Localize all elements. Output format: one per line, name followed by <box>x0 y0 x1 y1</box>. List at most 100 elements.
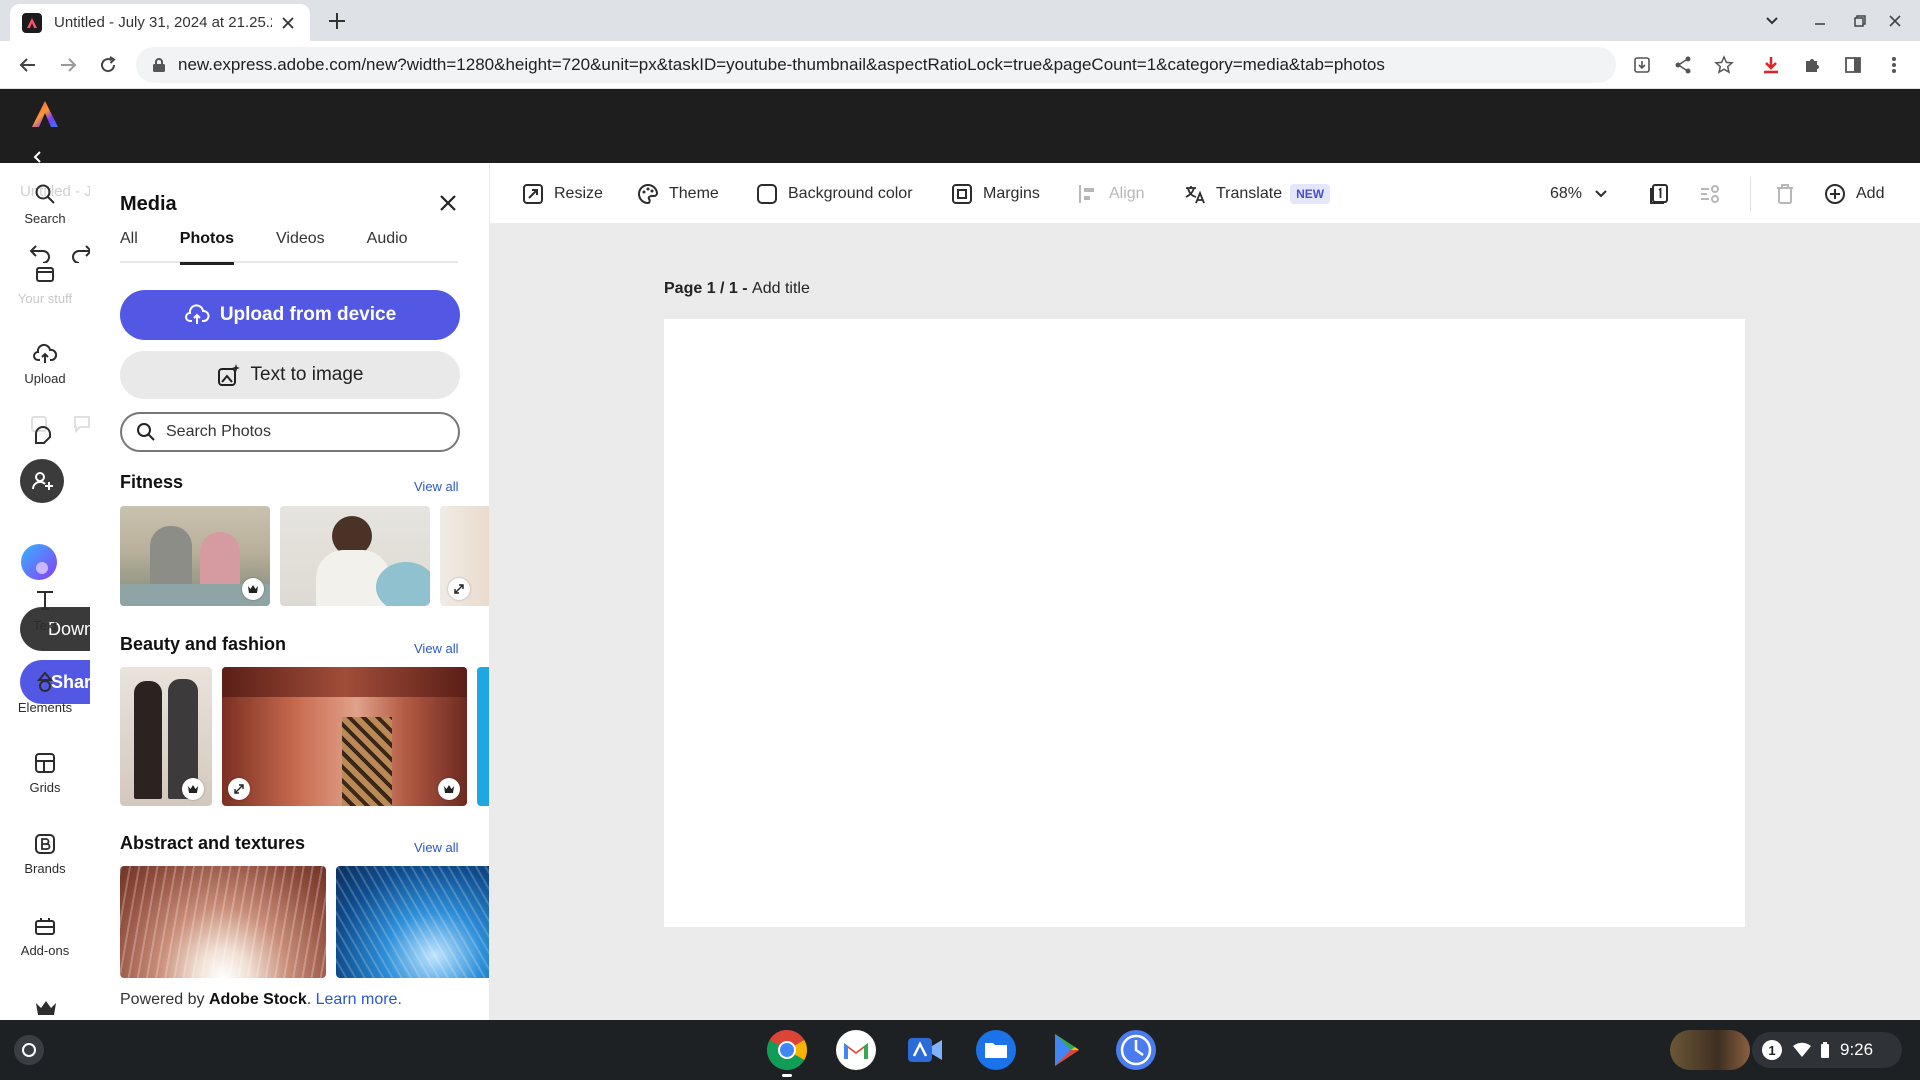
url-text: new.express.adobe.com/new?width=1280&hei… <box>178 55 1385 74</box>
view-all-beauty-link[interactable]: View all <box>414 641 459 656</box>
tab-videos[interactable]: Videos <box>276 227 325 263</box>
app-header <box>0 89 1920 163</box>
close-icon[interactable] <box>438 193 462 217</box>
meet-app-icon[interactable] <box>905 1029 947 1071</box>
rail-item-text[interactable]: Text <box>0 588 90 633</box>
address-bar[interactable]: new.express.adobe.com/new?width=1280&hei… <box>136 47 1616 83</box>
side-panel-icon[interactable] <box>1841 53 1865 77</box>
premium-crown-icon <box>242 578 264 600</box>
background-color-button[interactable]: Background color <box>756 181 913 207</box>
gmail-app-icon[interactable] <box>835 1029 877 1071</box>
delete-button[interactable] <box>1775 181 1805 207</box>
palette-icon <box>638 183 659 205</box>
zoom-dropdown[interactable]: 68% <box>1550 181 1608 207</box>
rail-item-add-ons[interactable]: Add-ons <box>0 915 90 958</box>
media-tabs: All Photos Videos Audio <box>120 227 458 265</box>
browser-menu-kebab-icon[interactable] <box>1882 53 1906 77</box>
layers-icon <box>1701 185 1719 203</box>
rail-item-your-stuff[interactable]: Your stuff <box>0 263 90 306</box>
reload-icon[interactable] <box>96 53 120 77</box>
text-to-image-button[interactable]: Text to image <box>120 351 460 399</box>
rail-item-elements[interactable]: Elements <box>0 670 90 715</box>
browser-tab[interactable]: Untitled - July 31, 2024 at 21.25.28 <box>10 4 310 41</box>
section-title-abstract: Abstract and textures <box>120 833 306 853</box>
rail-label: Elements <box>17 700 73 715</box>
bookmark-star-icon[interactable] <box>1712 53 1736 77</box>
design-page[interactable] <box>664 319 1745 927</box>
adobe-express-logo-icon[interactable] <box>30 99 60 129</box>
pages-button[interactable] <box>1648 181 1680 207</box>
extensions-puzzle-icon[interactable] <box>1800 53 1824 77</box>
photo-beauty-3[interactable] <box>477 667 489 806</box>
new-tab-plus-icon[interactable] <box>326 10 348 32</box>
launcher-icon[interactable] <box>14 1035 44 1065</box>
restore-icon[interactable] <box>1850 11 1870 31</box>
margins-button[interactable]: Margins <box>951 181 1040 207</box>
learn-more-link[interactable]: Learn more. <box>316 991 402 1008</box>
status-tray[interactable]: 1 9:26 <box>1752 1032 1902 1068</box>
invite-user-avatar-icon[interactable] <box>20 459 64 503</box>
resize-label: Resize <box>554 185 603 202</box>
collapse-chevron-icon[interactable] <box>32 151 42 163</box>
add-page-title[interactable]: Add title <box>752 280 810 297</box>
upload-label: Upload from device <box>219 304 397 325</box>
photo-fitness-2[interactable] <box>280 506 430 606</box>
rail-item-grids[interactable]: Grids <box>0 752 90 795</box>
cloud-upload-icon <box>33 343 57 363</box>
rail-item-upload[interactable]: Upload <box>0 343 90 386</box>
pages-count-icon <box>1650 184 1668 204</box>
chrome-app-icon[interactable] <box>766 1029 808 1071</box>
rail-item-brands[interactable]: Brands <box>0 833 90 876</box>
tab-photos[interactable]: Photos <box>179 227 235 265</box>
theme-button[interactable]: Theme <box>637 181 719 207</box>
tab-all[interactable]: All <box>120 227 138 263</box>
photo-beauty-1[interactable] <box>120 667 212 806</box>
toolbar-divider <box>1750 177 1751 213</box>
resize-button[interactable]: Resize <box>522 181 603 207</box>
trash-icon <box>1777 184 1793 204</box>
media-panel: Media All Photos Videos Audio Upload fro… <box>90 163 490 1020</box>
search-photos-input[interactable]: Search Photos <box>120 412 460 452</box>
premium-crown-icon[interactable] <box>34 999 58 1017</box>
clock-app-icon[interactable] <box>1115 1029 1157 1071</box>
minimize-icon[interactable] <box>1810 11 1830 31</box>
translate-label: Translate <box>1216 185 1283 202</box>
layers-button[interactable] <box>1698 181 1732 207</box>
window-close-icon[interactable] <box>1885 11 1905 31</box>
os-shelf: 1 9:26 <box>0 1020 1920 1080</box>
back-arrow-icon[interactable] <box>16 53 40 77</box>
tab-search-chevron-icon[interactable] <box>1762 11 1782 31</box>
media-rail-avatar-icon[interactable] <box>20 543 58 581</box>
share-page-icon[interactable] <box>1671 53 1695 77</box>
forward-arrow-icon[interactable] <box>56 53 80 77</box>
tab-audio[interactable]: Audio <box>367 227 408 263</box>
view-all-abstract-link[interactable]: View all <box>414 840 459 855</box>
holding-space-thumbnail[interactable] <box>1670 1030 1750 1070</box>
background-swatch-icon <box>757 184 777 204</box>
grid-icon <box>35 753 55 773</box>
install-app-icon[interactable] <box>1630 53 1654 77</box>
add-button[interactable]: Add <box>1824 181 1884 207</box>
photo-beauty-2[interactable] <box>222 667 467 806</box>
browser-toolbar: new.express.adobe.com/new?width=1280&hei… <box>0 41 1920 89</box>
play-store-app-icon[interactable] <box>1045 1029 1087 1071</box>
photo-abstract-1[interactable] <box>120 866 326 978</box>
search-icon <box>137 423 155 441</box>
powered-by-adobe-stock: Powered by Adobe Stock. Learn more. <box>120 991 402 1009</box>
add-ons-icon <box>35 918 55 935</box>
tab-close-icon[interactable] <box>278 13 298 33</box>
photo-fitness-3[interactable] <box>440 506 489 606</box>
upload-from-device-button[interactable]: Upload from device <box>120 290 460 340</box>
undo-icon[interactable] <box>28 243 52 263</box>
rail-item-search[interactable]: Search <box>0 183 90 226</box>
photo-fitness-1[interactable] <box>120 506 270 606</box>
photo-abstract-2[interactable] <box>336 866 489 978</box>
files-app-icon[interactable] <box>975 1029 1017 1071</box>
align-left-icon <box>1079 185 1094 203</box>
page-label: Page 1 / 1 - Add title <box>664 280 810 298</box>
pdf-extension-icon[interactable] <box>1759 53 1783 77</box>
align-button[interactable]: Align <box>1077 181 1145 207</box>
view-all-fitness-link[interactable]: View all <box>414 479 459 494</box>
translate-button[interactable]: Translate NEW <box>1184 181 1331 207</box>
active-app-indicator <box>782 1074 792 1077</box>
